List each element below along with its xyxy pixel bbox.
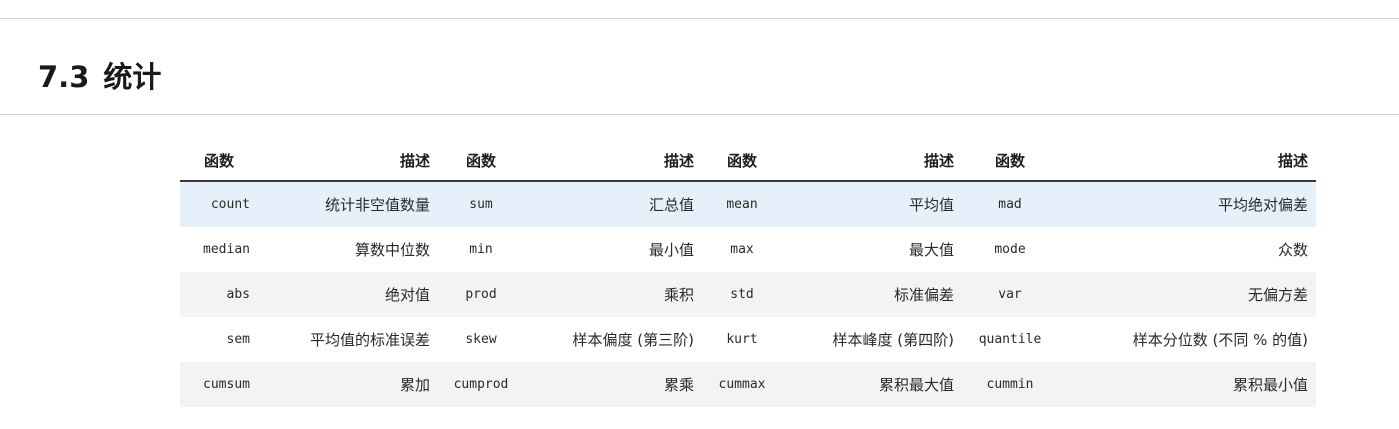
function-cell: mean bbox=[702, 181, 782, 227]
function-cell: quantile bbox=[978, 332, 1042, 347]
description-cell: 统计非空值数量 bbox=[258, 181, 438, 227]
description-cell: 最大值 bbox=[908, 241, 954, 259]
description-cell: 乘积 bbox=[524, 272, 702, 317]
header-description: 描述 bbox=[782, 140, 962, 182]
function-cell: cummax bbox=[702, 362, 782, 407]
description-cell: 平均绝对偏差 bbox=[1058, 181, 1316, 227]
description-cell: 累积最大值 bbox=[782, 362, 962, 407]
header-function: 函数 bbox=[180, 140, 258, 182]
function-cell: sum bbox=[438, 181, 524, 227]
description-cell: 样本分位数 (不同 % 的值) bbox=[1132, 331, 1308, 349]
table-row: cumsum 累加 cumprod 累乘 cummax 累积最大值 cummin… bbox=[180, 362, 1316, 407]
description-cell: 累加 bbox=[258, 362, 438, 407]
header-description: 描述 bbox=[1058, 140, 1316, 182]
description-cell: 平均值的标准误差 bbox=[309, 331, 430, 349]
function-cell: cumsum bbox=[180, 362, 258, 407]
description-cell: 无偏方差 bbox=[1058, 272, 1316, 317]
function-cell: kurt bbox=[726, 332, 758, 347]
function-cell: median bbox=[203, 242, 250, 257]
header-function: 函数 bbox=[438, 140, 524, 182]
function-cell: sem bbox=[226, 332, 250, 347]
function-cell: prod bbox=[438, 272, 524, 317]
table-header-row: 函数 描述 函数 描述 函数 描述 函数 描述 bbox=[180, 140, 1316, 182]
table-row: count 统计非空值数量 sum 汇总值 mean 平均值 mad 平均绝对偏… bbox=[180, 181, 1316, 227]
section-heading: 7.3 统计 bbox=[38, 52, 161, 102]
function-cell: mad bbox=[962, 181, 1058, 227]
description-cell: 众数 bbox=[1277, 241, 1308, 259]
function-cell: max bbox=[730, 242, 754, 257]
function-cell: cummin bbox=[962, 362, 1058, 407]
function-cell: mode bbox=[994, 242, 1026, 257]
table-row: median 算数中位数 min 最小值 max 最大值 mode 众数 bbox=[180, 227, 1316, 272]
function-cell: var bbox=[962, 272, 1058, 317]
header-description: 描述 bbox=[524, 140, 702, 182]
function-cell: std bbox=[702, 272, 782, 317]
description-cell: 算数中位数 bbox=[354, 241, 430, 259]
description-cell: 最小值 bbox=[648, 241, 694, 259]
table-row: abs 绝对值 prod 乘积 std 标准偏差 var 无偏方差 bbox=[180, 272, 1316, 317]
description-cell: 汇总值 bbox=[524, 181, 702, 227]
function-cell: count bbox=[180, 181, 258, 227]
function-cell: skew bbox=[465, 332, 497, 347]
description-cell: 样本峰度 (第四阶) bbox=[832, 331, 954, 349]
function-cell: cumprod bbox=[438, 362, 524, 407]
top-divider bbox=[0, 18, 1399, 19]
description-cell: 累乘 bbox=[524, 362, 702, 407]
description-cell: 绝对值 bbox=[258, 272, 438, 317]
table-row: sem 平均值的标准误差 skew 样本偏度 (第三阶) kurt 样本峰度 (… bbox=[180, 317, 1316, 362]
header-function: 函数 bbox=[962, 140, 1058, 182]
section-title: 统计 bbox=[103, 60, 162, 94]
header-description: 描述 bbox=[258, 140, 438, 182]
description-cell: 累积最小值 bbox=[1058, 362, 1316, 407]
statistics-function-table: 函数 描述 函数 描述 函数 描述 函数 描述 count 统计非空值数量 su… bbox=[180, 140, 1316, 407]
function-cell: min bbox=[469, 242, 493, 257]
function-cell: abs bbox=[180, 272, 258, 317]
heading-divider bbox=[0, 114, 1399, 115]
section-number: 7.3 bbox=[38, 60, 90, 94]
description-cell: 样本偏度 (第三阶) bbox=[572, 331, 694, 349]
description-cell: 平均值 bbox=[782, 181, 962, 227]
description-cell: 标准偏差 bbox=[782, 272, 962, 317]
header-function: 函数 bbox=[702, 140, 782, 182]
